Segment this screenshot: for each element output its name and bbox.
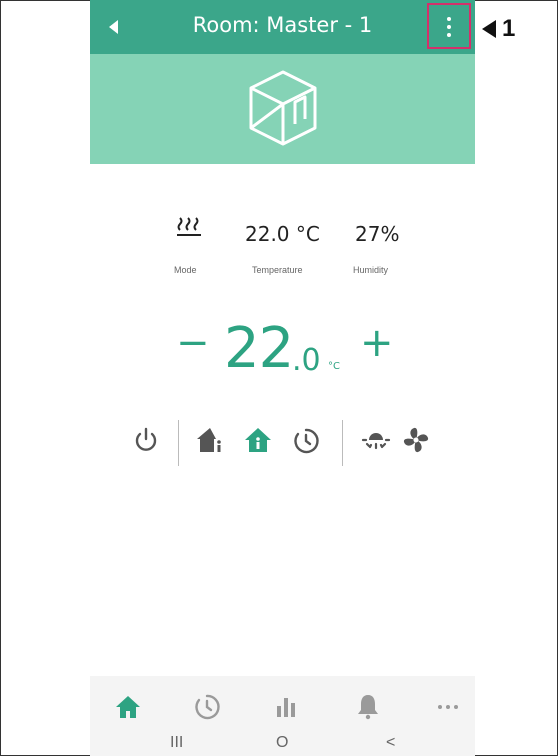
nav-schedule[interactable] (191, 690, 223, 722)
control-separator (178, 420, 179, 466)
kebab-dot (447, 25, 451, 29)
temperature-value: 22.0 °C (245, 222, 320, 246)
phone-screen: Room: Master - 1 22.0 °C 27% Mode Temper… (90, 0, 475, 756)
more-dots-icon (438, 705, 458, 709)
bar-chart-icon (277, 698, 295, 717)
nav-alerts[interactable] (352, 690, 384, 722)
back-system-button[interactable]: < (386, 734, 395, 752)
setpoint-decimal: .0 (292, 343, 321, 378)
sun-mode-button[interactable] (360, 424, 392, 456)
home-system-button[interactable]: O (276, 734, 288, 752)
mode-label: Mode (174, 265, 197, 275)
power-button[interactable] (130, 424, 162, 456)
page-title: Room: Master - 1 (192, 13, 373, 37)
schedule-icon (294, 428, 319, 454)
app-header: Room: Master - 1 (90, 0, 475, 54)
schedule-button[interactable] (290, 424, 322, 456)
humidity-value: 27% (355, 222, 400, 246)
bottom-navigation (90, 676, 475, 732)
home-info-button[interactable] (194, 424, 226, 456)
home-mode-button[interactable] (242, 424, 274, 456)
nav-statistics[interactable] (270, 690, 302, 722)
home-active-icon (245, 428, 271, 452)
control-separator (342, 420, 343, 466)
fan-icon (403, 427, 429, 453)
home-icon (116, 696, 140, 718)
bell-icon (358, 695, 378, 720)
more-menu-button[interactable] (427, 3, 471, 49)
fan-button[interactable] (400, 424, 432, 456)
setpoint-control: − 22 .0 °C + (90, 315, 475, 385)
sun-icon (361, 433, 391, 450)
power-icon (135, 427, 157, 451)
setpoint-integer: 22 (224, 316, 294, 381)
system-navigation-bar: III O < (90, 732, 475, 756)
schedule-icon (195, 694, 220, 720)
recents-button[interactable]: III (170, 734, 183, 752)
kebab-menu-icon (447, 17, 451, 21)
heating-waves-icon (177, 217, 201, 236)
decrease-temperature-button[interactable]: − (176, 323, 210, 363)
setpoint-unit: °C (328, 361, 340, 372)
temperature-label: Temperature (252, 265, 303, 275)
nav-more[interactable] (432, 690, 464, 722)
callout-number: 1 (502, 15, 516, 42)
callout-arrow-icon (482, 20, 496, 38)
room-cube-icon (249, 70, 317, 146)
room-stats: 22.0 °C 27% Mode Temperature Humidity (90, 215, 475, 285)
home-info-icon (197, 428, 221, 452)
humidity-label: Humidity (353, 265, 389, 275)
callout-marker: 1 (482, 15, 515, 43)
kebab-dot (447, 33, 451, 37)
increase-temperature-button[interactable]: + (360, 323, 394, 363)
mode-controls (90, 420, 475, 470)
nav-home[interactable] (112, 690, 144, 722)
room-banner (90, 54, 475, 164)
